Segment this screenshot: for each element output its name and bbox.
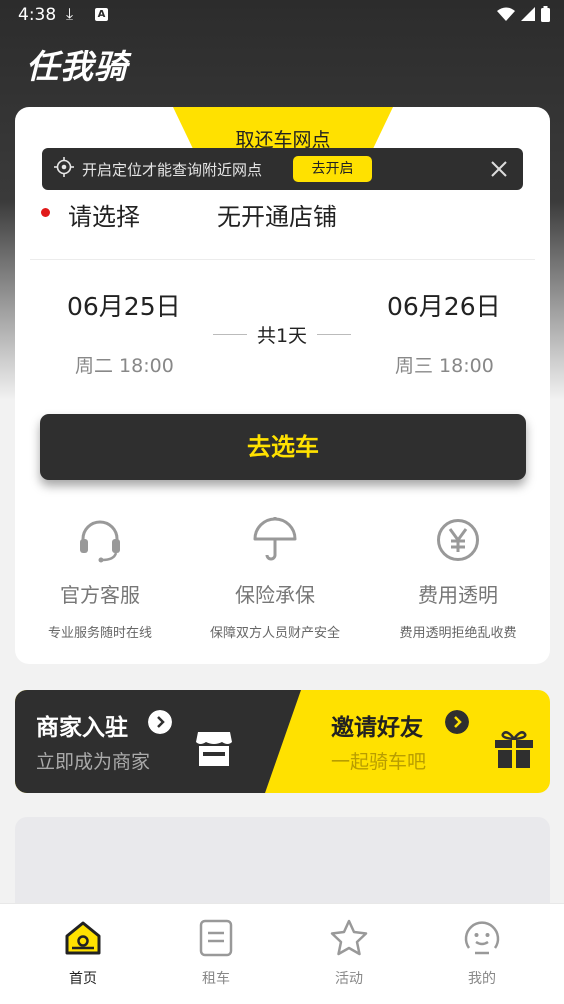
return-time[interactable]: 周三 18:00 — [395, 351, 494, 378]
feature-subtitle: 保障双方人员财产安全 — [209, 626, 340, 641]
document-icon — [199, 919, 233, 957]
chevron-right-icon — [148, 710, 172, 734]
a-notification-icon: A — [95, 8, 108, 21]
bottom-tab-bar: 首页 租车 活动 我的 — [0, 903, 564, 1004]
app-logo: 任我骑 — [26, 47, 128, 86]
rental-duration: 共1天 — [212, 321, 352, 348]
duration-text: 共1天 — [256, 325, 308, 347]
divider — [30, 259, 535, 260]
yen-icon — [437, 519, 479, 561]
tab-rent[interactable]: 租车 — [171, 918, 261, 988]
tab-mine[interactable]: 我的 — [437, 918, 527, 988]
feature-insurance: 保险承保 保障双方人员财产安全 — [190, 517, 360, 641]
store-select[interactable]: 无开通店铺 — [217, 197, 337, 232]
chevron-right-icon — [445, 710, 469, 734]
star-icon — [330, 919, 368, 956]
shop-icon — [196, 732, 232, 766]
tab-label: 我的 — [468, 971, 496, 987]
feature-customer-service: 官方客服 专业服务随时在线 — [15, 517, 185, 641]
feature-subtitle: 费用透明拒绝乱收费 — [399, 626, 517, 641]
return-date[interactable]: 06月26日 — [387, 287, 501, 323]
feature-title: 保险承保 — [235, 583, 315, 607]
pickup-date[interactable]: 06月25日 — [67, 287, 181, 323]
duration-line-right — [317, 334, 352, 335]
merchant-subtitle: 立即成为商家 — [36, 751, 151, 773]
invite-title: 邀请好友 — [331, 715, 423, 741]
city-select[interactable]: 请选择 — [68, 197, 140, 232]
feature-title: 费用透明 — [418, 583, 498, 607]
duration-line-left — [212, 334, 247, 335]
umbrella-icon — [253, 517, 297, 561]
pickup-time[interactable]: 周二 18:00 — [75, 351, 174, 378]
profile-icon — [464, 921, 500, 955]
enable-location-button[interactable]: 去开启 — [293, 156, 372, 182]
required-dot — [41, 208, 50, 217]
signal-icon — [521, 7, 535, 21]
tab-label: 租车 — [202, 971, 230, 987]
invite-subtitle: 一起骑车吧 — [331, 751, 427, 773]
tab-label: 活动 — [335, 971, 363, 987]
feature-transparent-fees: 费用透明 费用透明拒绝乱收费 — [373, 517, 543, 641]
merchant-title: 商家入驻 — [36, 715, 128, 741]
headset-icon — [80, 520, 120, 563]
feature-subtitle: 专业服务随时在线 — [47, 626, 152, 641]
download-icon: ⤓ — [66, 4, 74, 23]
close-icon[interactable] — [489, 159, 509, 179]
home-icon — [65, 921, 101, 955]
tab-activity[interactable]: 活动 — [304, 918, 394, 988]
location-tip-text: 开启定位才能查询附近网点 — [82, 161, 263, 179]
location-tip-bar: 开启定位才能查询附近网点 去开启 — [42, 148, 523, 190]
gift-icon — [495, 731, 533, 768]
promo-banner: 商家入驻 立即成为商家 邀请好友 一起骑车吧 — [15, 690, 550, 793]
choose-vehicle-button[interactable]: 去选车 — [40, 414, 526, 480]
battery-icon — [541, 6, 550, 22]
rental-card: 取还车网点 开启定位才能查询附近网点 去开启 请选择 无开通店铺 06月25日 … — [15, 107, 550, 664]
location-target-icon — [54, 157, 74, 177]
wifi-icon — [497, 7, 515, 21]
tab-label: 首页 — [69, 971, 97, 987]
status-time: 4:38 — [18, 5, 57, 25]
status-bar: 4:38 ⤓ A — [0, 0, 564, 32]
feature-title: 官方客服 — [60, 583, 140, 607]
tab-home[interactable]: 首页 — [38, 918, 128, 988]
